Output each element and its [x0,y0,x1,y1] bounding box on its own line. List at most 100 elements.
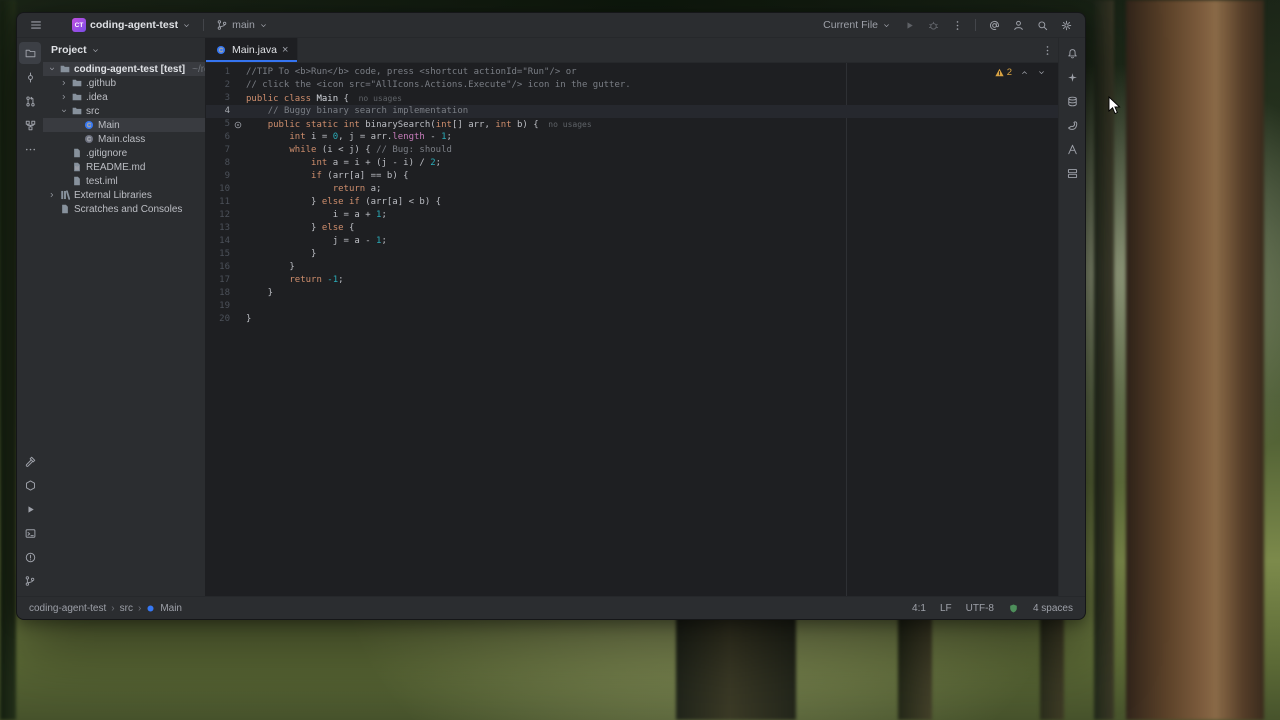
project-panel-header[interactable]: Project [43,38,205,62]
tab-options-button[interactable] [1036,39,1058,61]
code-line[interactable]: 16 } [206,261,1058,274]
more-tool-windows-button[interactable] [19,138,41,160]
debug-button[interactable] [922,14,944,36]
tree-item-scratches-and-consoles[interactable]: Scratches and Consoles [43,202,205,216]
maven-button[interactable] [1061,138,1083,160]
branch-widget[interactable]: main [211,15,273,35]
more-actions-button[interactable] [946,14,968,36]
line-number[interactable]: 2 [206,79,230,92]
run-tool-button[interactable] [19,498,41,520]
twisty-open-icon[interactable] [59,107,68,115]
settings-button[interactable] [1055,14,1077,36]
line-number[interactable]: 13 [206,222,230,235]
code-with-me-button[interactable] [1007,14,1029,36]
line-separator-widget[interactable]: LF [940,603,952,614]
structure-button[interactable] [19,114,41,136]
next-problem-icon[interactable] [1037,68,1046,77]
code-line[interactable]: 13 } else { [206,222,1058,235]
twisty-open-icon[interactable] [47,65,56,73]
twisty-closed-icon[interactable] [59,93,68,101]
notifications-button[interactable] [1061,42,1083,64]
project-widget[interactable]: CT coding-agent-test [67,15,196,35]
line-number[interactable]: 7 [206,144,230,157]
tree-item-src[interactable]: src [43,104,205,118]
line-number[interactable]: 8 [206,157,230,170]
caret-position-widget[interactable]: 4:1 [912,603,926,614]
previous-problem-icon[interactable] [1020,68,1029,77]
tree-item-idea[interactable]: .idea [43,90,205,104]
problems-button[interactable] [19,546,41,568]
build-button[interactable] [19,450,41,472]
main-menu-button[interactable] [25,14,47,36]
line-number[interactable]: 4 [206,105,230,118]
code-line[interactable]: 17 return -1; [206,274,1058,287]
gradle-button[interactable] [1061,114,1083,136]
line-number[interactable]: 20 [206,313,230,326]
code-line[interactable]: 19 [206,300,1058,313]
warnings-indicator[interactable]: 2 [994,67,1012,78]
breadcrumb-item-coding-agent-test[interactable]: coding-agent-test [29,603,106,614]
breadcrumb-item-main[interactable]: Main [160,603,182,614]
twisty-closed-icon[interactable] [59,79,68,87]
code-line[interactable]: 7 while (i < j) { // Bug: should [206,144,1058,157]
line-number[interactable]: 19 [206,300,230,313]
line-number[interactable]: 9 [206,170,230,183]
line-number[interactable]: 18 [206,287,230,300]
code-line[interactable]: 10 return a; [206,183,1058,196]
tree-item-main[interactable]: CMain [43,118,205,132]
tree-item-test-iml[interactable]: test.iml [43,174,205,188]
line-number[interactable]: 11 [206,196,230,209]
code-line[interactable]: 15 } [206,248,1058,261]
tree-item-external-libraries[interactable]: External Libraries [43,188,205,202]
code-line[interactable]: 3public class Main { no usages [206,92,1058,105]
run-configuration-widget[interactable]: Current File [818,15,896,35]
project-button[interactable] [19,42,41,64]
tree-item-github[interactable]: .github [43,76,205,90]
line-number[interactable]: 10 [206,183,230,196]
run-button[interactable] [898,14,920,36]
code-line[interactable]: 2// click the <icon src="AllIcons.Action… [206,79,1058,92]
tab-close-icon[interactable]: × [282,45,288,56]
code-line[interactable]: 5 public static int binarySearch(int[] a… [206,118,1058,131]
line-number[interactable]: 16 [206,261,230,274]
code-line[interactable]: 9 if (arr[a] == b) { [206,170,1058,183]
line-number[interactable]: 1 [206,66,230,79]
tree-item-gitignore[interactable]: .gitignore [43,146,205,160]
terminal-button[interactable] [19,522,41,544]
tree-item-main-class[interactable]: CMain.class [43,132,205,146]
line-number[interactable]: 15 [206,248,230,261]
line-number[interactable]: 14 [206,235,230,248]
tree-item-readme-md[interactable]: MREADME.md [43,160,205,174]
twisty-closed-icon[interactable] [47,191,56,199]
code-line[interactable]: 4 // Buggy binary search implementation [206,105,1058,118]
line-number[interactable]: 12 [206,209,230,222]
line-number[interactable]: 5 [206,118,230,131]
code-line[interactable]: 12 i = a + 1; [206,209,1058,222]
tab-main-java[interactable]: C Main.java × [206,38,298,62]
code-line[interactable]: 6 int i = 0, j = arr.length - 1; [206,131,1058,144]
line-number[interactable]: 17 [206,274,230,287]
line-number[interactable]: 6 [206,131,230,144]
code-line[interactable]: 11 } else if (arr[a] < b) { [206,196,1058,209]
services-button[interactable] [19,474,41,496]
version-control-button[interactable] [19,570,41,592]
code-editor[interactable]: 2 1//TIP To <b>Run</b> code, press <shor… [206,63,1058,596]
code-line[interactable]: 1//TIP To <b>Run</b> code, press <shortc… [206,66,1058,79]
code-line[interactable]: 14 j = a - 1; [206,235,1058,248]
pull-requests-button[interactable] [19,90,41,112]
plugin-status-icon[interactable] [1008,603,1019,614]
commit-button[interactable] [19,66,41,88]
code-line[interactable]: 20} [206,313,1058,326]
tree-item-coding-agent-test-test[interactable]: coding-agent-test [test]~/repos [43,62,205,76]
search-everywhere-button[interactable] [1031,14,1053,36]
line-number[interactable]: 3 [206,92,230,105]
code-line[interactable]: 8 int a = i + (j - i) / 2; [206,157,1058,170]
dependencies-button[interactable] [1061,162,1083,184]
indent-style-widget[interactable]: 4 spaces [1033,603,1073,614]
code-line[interactable]: 18 } [206,287,1058,300]
ai-chat-button[interactable] [983,14,1005,36]
database-button[interactable] [1061,90,1083,112]
breadcrumb-item-src[interactable]: src [120,603,133,614]
encoding-widget[interactable]: UTF-8 [966,603,994,614]
ai-assistant-button[interactable] [1061,66,1083,88]
